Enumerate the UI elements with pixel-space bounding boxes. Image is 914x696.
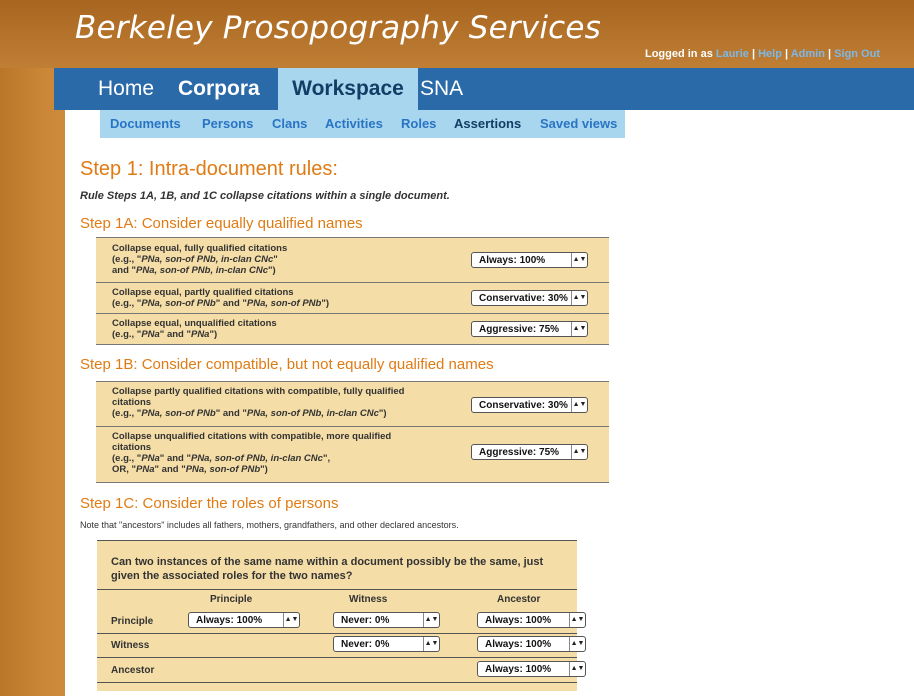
login-status: Logged in as Laurie | Help | Admin | Sig… [645, 48, 880, 60]
col-header-witness: Witness [349, 594, 388, 605]
rule-description: Collapse equal, partly qualified citatio… [112, 287, 330, 309]
subnav-documents[interactable]: Documents [110, 110, 181, 138]
site-title: Berkeley Prosopography Services [75, 10, 602, 46]
up-down-arrows-icon: ▲▼ [569, 637, 585, 651]
signout-link[interactable]: Sign Out [834, 48, 880, 60]
step1-intro: Rule Steps 1A, 1B, and 1C collapse citat… [80, 190, 450, 202]
up-down-arrows-icon: ▲▼ [571, 291, 587, 305]
login-prefix: Logged in as [644, 48, 713, 60]
separator: | [828, 48, 832, 60]
ancestors-note: Note that "ancestors" includes all fathe… [80, 520, 459, 530]
admin-link[interactable]: Admin [791, 48, 825, 60]
divider [97, 657, 577, 658]
rule-1a1-select[interactable]: Always: 100% ▲▼ [471, 252, 588, 268]
nav-workspace[interactable]: Workspace [278, 68, 418, 110]
rule-description: Collapse unqualified citations with comp… [112, 431, 392, 475]
rule-description: Collapse equal, fully qualified citation… [112, 243, 288, 276]
workspace-content: Documents Persons Clans Activities Roles… [65, 110, 914, 696]
roles-question: Can two instances of the same name withi… [111, 556, 544, 582]
rule-1a3-select[interactable]: Aggressive: 75% ▲▼ [471, 321, 588, 337]
rule-row: Collapse equal, unqualified citations (e… [96, 314, 609, 344]
col-header-principle: Principle [210, 594, 253, 605]
step1a-table: Collapse equal, fully qualified citation… [96, 237, 609, 345]
sub-nav: Documents Persons Clans Activities Roles… [100, 110, 625, 138]
up-down-arrows-icon: ▲▼ [569, 662, 585, 676]
witness-ancestor-select[interactable]: Always: 100% ▲▼ [477, 636, 586, 652]
nav-sna[interactable]: SNA [420, 68, 480, 110]
principle-ancestor-select[interactable]: Always: 100% ▲▼ [477, 612, 586, 628]
up-down-arrows-icon: ▲▼ [569, 613, 585, 627]
step1-heading: Step 1: Intra-document rules: [80, 158, 338, 180]
step1b-heading: Step 1B: Consider compatible, but not eq… [80, 356, 494, 373]
rule-row: Collapse equal, fully qualified citation… [96, 238, 609, 283]
up-down-arrows-icon: ▲▼ [283, 613, 299, 627]
subnav-persons[interactable]: Persons [202, 110, 253, 138]
rule-description: Collapse partly qualified citations with… [112, 386, 405, 419]
rule-1b2-select[interactable]: Aggressive: 75% ▲▼ [471, 444, 588, 460]
row-header-principle: Principle [111, 616, 154, 627]
witness-witness-select[interactable]: Never: 0% ▲▼ [333, 636, 440, 652]
principle-principle-select[interactable]: Always: 100% ▲▼ [188, 612, 300, 628]
rule-1a2-select[interactable]: Conservative: 30% ▲▼ [471, 290, 588, 306]
up-down-arrows-icon: ▲▼ [571, 445, 587, 459]
up-down-arrows-icon: ▲▼ [571, 322, 587, 336]
header: Berkeley Prosopography Services Logged i… [0, 0, 914, 68]
divider [97, 682, 577, 683]
principle-witness-select[interactable]: Never: 0% ▲▼ [333, 612, 440, 628]
subnav-assertions[interactable]: Assertions [454, 110, 521, 138]
subnav-saved-views[interactable]: Saved views [540, 110, 617, 138]
row-header-ancestor: Ancestor [111, 665, 155, 676]
up-down-arrows-icon: ▲▼ [423, 613, 439, 627]
rule-row: Collapse partly qualified citations with… [96, 382, 609, 427]
rule-1b1-select[interactable]: Conservative: 30% ▲▼ [471, 397, 588, 413]
col-header-ancestor: Ancestor [497, 594, 541, 605]
divider [97, 589, 577, 590]
up-down-arrows-icon: ▲▼ [571, 398, 587, 412]
up-down-arrows-icon: ▲▼ [423, 637, 439, 651]
step1b-table: Collapse partly qualified citations with… [96, 381, 609, 483]
step1a-heading: Step 1A: Consider equally qualified name… [80, 215, 363, 232]
nav-home[interactable]: Home [98, 68, 168, 110]
step1c-heading: Step 1C: Consider the roles of persons [80, 495, 339, 512]
ancestor-ancestor-select[interactable]: Always: 100% ▲▼ [477, 661, 586, 677]
subnav-clans[interactable]: Clans [272, 110, 307, 138]
roles-matrix: Can two instances of the same name withi… [97, 540, 586, 691]
nav-corpora[interactable]: Corpora [178, 68, 278, 110]
divider [97, 633, 577, 634]
row-header-witness: Witness [111, 640, 150, 651]
main-nav: Home Corpora Workspace SNA [54, 68, 914, 110]
up-down-arrows-icon: ▲▼ [571, 253, 587, 267]
separator: | [785, 48, 789, 60]
user-link[interactable]: Laurie [716, 48, 749, 60]
subnav-roles[interactable]: Roles [401, 110, 436, 138]
help-link[interactable]: Help [758, 48, 782, 60]
separator: | [751, 48, 756, 60]
subnav-activities[interactable]: Activities [325, 110, 383, 138]
rule-description: Collapse equal, unqualified citations (e… [112, 318, 277, 340]
rule-row: Collapse equal, partly qualified citatio… [96, 283, 609, 314]
rule-row: Collapse unqualified citations with comp… [96, 427, 609, 482]
